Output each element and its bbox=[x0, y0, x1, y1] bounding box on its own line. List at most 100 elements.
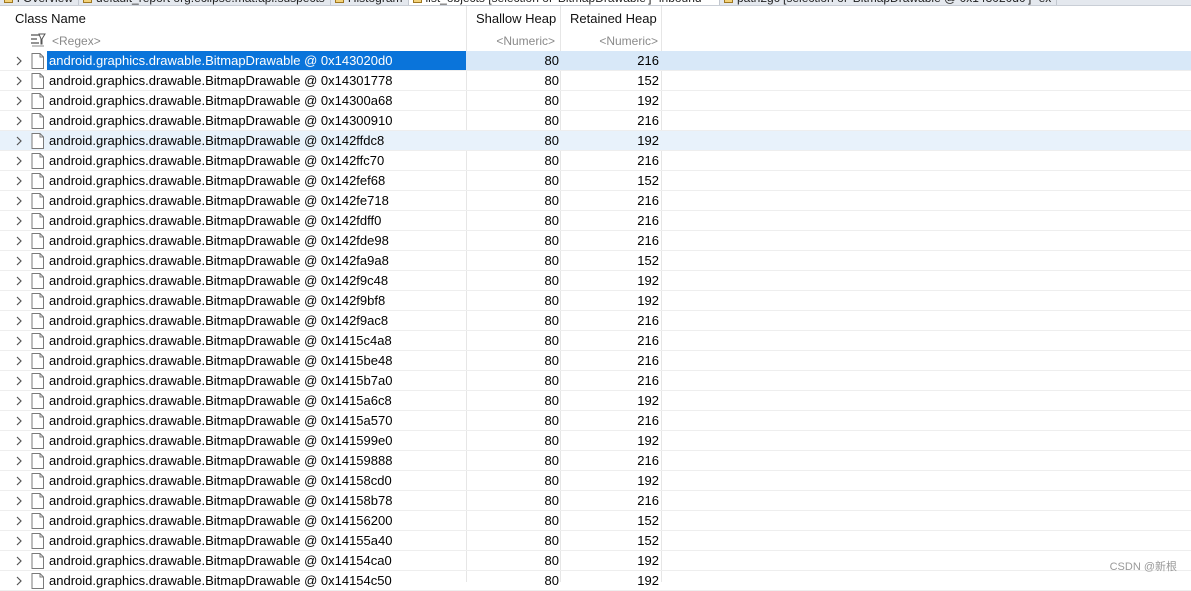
file-icon bbox=[31, 93, 44, 109]
shallow-heap-cell: 80 bbox=[544, 53, 559, 68]
table-row[interactable]: android.graphics.drawable.BitmapDrawable… bbox=[0, 271, 1191, 291]
editor-tab[interactable]: default_report org.eclipse.mat.api:suspe… bbox=[79, 0, 331, 5]
table-row[interactable]: android.graphics.drawable.BitmapDrawable… bbox=[0, 391, 1191, 411]
column-header-class-name[interactable]: Class Name bbox=[15, 6, 86, 32]
chevron-right-icon[interactable] bbox=[13, 355, 25, 367]
chevron-right-icon[interactable] bbox=[13, 415, 25, 427]
table-row[interactable]: android.graphics.drawable.BitmapDrawable… bbox=[0, 71, 1191, 91]
chevron-right-icon[interactable] bbox=[13, 195, 25, 207]
chevron-right-icon[interactable] bbox=[13, 335, 25, 347]
chevron-right-icon[interactable] bbox=[13, 155, 25, 167]
shallow-heap-cell: 80 bbox=[544, 73, 559, 88]
chevron-right-icon[interactable] bbox=[13, 495, 25, 507]
file-icon bbox=[31, 113, 44, 129]
retained-heap-cell: 192 bbox=[637, 473, 659, 488]
retained-heap-cell: 152 bbox=[637, 513, 659, 528]
filter-icon[interactable] bbox=[29, 32, 47, 50]
chevron-right-icon[interactable] bbox=[13, 115, 25, 127]
shallow-heap-cell: 80 bbox=[544, 473, 559, 488]
chevron-right-icon[interactable] bbox=[13, 475, 25, 487]
chevron-right-icon[interactable] bbox=[13, 135, 25, 147]
column-header-retained-heap[interactable]: Retained Heap bbox=[570, 6, 657, 32]
chevron-right-icon[interactable] bbox=[13, 455, 25, 467]
shallow-heap-cell: 80 bbox=[544, 453, 559, 468]
chevron-right-icon[interactable] bbox=[13, 255, 25, 267]
editor-tab-label: i Overview bbox=[17, 0, 73, 5]
table-row[interactable]: android.graphics.drawable.BitmapDrawable… bbox=[0, 111, 1191, 131]
chevron-right-icon[interactable] bbox=[13, 295, 25, 307]
table-row[interactable]: android.graphics.drawable.BitmapDrawable… bbox=[0, 351, 1191, 371]
table-row[interactable]: android.graphics.drawable.BitmapDrawable… bbox=[0, 231, 1191, 251]
file-icon bbox=[31, 573, 44, 589]
retained-heap-filter-input[interactable]: <Numeric> bbox=[561, 32, 658, 51]
chevron-right-icon[interactable] bbox=[13, 375, 25, 387]
object-list-table: Class Name Shallow Heap Retained Heap <R… bbox=[0, 6, 1191, 591]
table-row[interactable]: android.graphics.drawable.BitmapDrawable… bbox=[0, 251, 1191, 271]
table-row[interactable]: android.graphics.drawable.BitmapDrawable… bbox=[0, 331, 1191, 351]
chevron-right-icon[interactable] bbox=[13, 555, 25, 567]
file-icon bbox=[31, 353, 44, 369]
table-row[interactable]: android.graphics.drawable.BitmapDrawable… bbox=[0, 491, 1191, 511]
table-row[interactable]: android.graphics.drawable.BitmapDrawable… bbox=[0, 551, 1191, 571]
chevron-right-icon[interactable] bbox=[13, 535, 25, 547]
shallow-heap-cell: 80 bbox=[544, 273, 559, 288]
file-icon bbox=[31, 313, 44, 329]
table-row[interactable]: android.graphics.drawable.BitmapDrawable… bbox=[0, 211, 1191, 231]
chevron-right-icon[interactable] bbox=[13, 275, 25, 287]
class-name-cell: android.graphics.drawable.BitmapDrawable… bbox=[49, 133, 385, 148]
column-header-shallow-heap[interactable]: Shallow Heap bbox=[476, 6, 556, 32]
chevron-right-icon[interactable] bbox=[13, 75, 25, 87]
table-row[interactable]: android.graphics.drawable.BitmapDrawable… bbox=[0, 511, 1191, 531]
table-row[interactable]: android.graphics.drawable.BitmapDrawable… bbox=[0, 91, 1191, 111]
class-name-cell: android.graphics.drawable.BitmapDrawable… bbox=[49, 373, 393, 388]
retained-heap-cell: 216 bbox=[637, 213, 659, 228]
chevron-right-icon[interactable] bbox=[13, 55, 25, 67]
shallow-heap-cell: 80 bbox=[544, 213, 559, 228]
table-row[interactable]: android.graphics.drawable.BitmapDrawable… bbox=[0, 371, 1191, 391]
table-row[interactable]: android.graphics.drawable.BitmapDrawable… bbox=[0, 291, 1191, 311]
table-row[interactable]: android.graphics.drawable.BitmapDrawable… bbox=[0, 131, 1191, 151]
table-row[interactable]: android.graphics.drawable.BitmapDrawable… bbox=[0, 191, 1191, 211]
chevron-right-icon[interactable] bbox=[13, 235, 25, 247]
retained-heap-cell: 192 bbox=[637, 93, 659, 108]
table-row[interactable]: android.graphics.drawable.BitmapDrawable… bbox=[0, 451, 1191, 471]
table-row[interactable]: android.graphics.drawable.BitmapDrawable… bbox=[0, 471, 1191, 491]
chevron-right-icon[interactable] bbox=[13, 215, 25, 227]
editor-tab-label: path2gc [selection of 'BitmapDrawable @ … bbox=[737, 0, 1051, 5]
shallow-heap-cell: 80 bbox=[544, 193, 559, 208]
table-row[interactable]: android.graphics.drawable.BitmapDrawable… bbox=[0, 311, 1191, 331]
shallow-heap-cell: 80 bbox=[544, 133, 559, 148]
table-row[interactable]: android.graphics.drawable.BitmapDrawable… bbox=[0, 571, 1191, 591]
chevron-right-icon[interactable] bbox=[13, 175, 25, 187]
editor-tab[interactable]: list_objects [selection of 'BitmapDrawab… bbox=[408, 0, 720, 5]
editor-tab[interactable]: i Overview bbox=[0, 0, 80, 5]
retained-heap-cell: 192 bbox=[637, 433, 659, 448]
table-row[interactable]: android.graphics.drawable.BitmapDrawable… bbox=[0, 151, 1191, 171]
editor-tab[interactable]: Histogram bbox=[331, 0, 409, 5]
shallow-heap-filter-input[interactable]: <Numeric> bbox=[466, 32, 555, 51]
report-icon bbox=[83, 0, 93, 3]
file-icon bbox=[31, 473, 44, 489]
chevron-right-icon[interactable] bbox=[13, 95, 25, 107]
table-row[interactable]: android.graphics.drawable.BitmapDrawable… bbox=[0, 51, 1191, 71]
shallow-heap-cell: 80 bbox=[544, 113, 559, 128]
editor-tab[interactable]: path2gc [selection of 'BitmapDrawable @ … bbox=[720, 0, 1058, 5]
chevron-right-icon[interactable] bbox=[13, 315, 25, 327]
table-row[interactable]: android.graphics.drawable.BitmapDrawable… bbox=[0, 431, 1191, 451]
class-name-cell: android.graphics.drawable.BitmapDrawable… bbox=[49, 113, 393, 128]
chevron-right-icon[interactable] bbox=[13, 395, 25, 407]
chevron-right-icon[interactable] bbox=[13, 435, 25, 447]
table-row[interactable]: android.graphics.drawable.BitmapDrawable… bbox=[0, 411, 1191, 431]
table-row[interactable]: android.graphics.drawable.BitmapDrawable… bbox=[0, 171, 1191, 191]
path-icon bbox=[724, 0, 733, 3]
chevron-right-icon[interactable] bbox=[13, 515, 25, 527]
class-name-cell: android.graphics.drawable.BitmapDrawable… bbox=[49, 493, 393, 508]
table-row[interactable]: android.graphics.drawable.BitmapDrawable… bbox=[0, 531, 1191, 551]
editor-tab-label: default_report org.eclipse.mat.api:suspe… bbox=[96, 0, 325, 5]
class-name-filter-input[interactable]: <Regex> bbox=[52, 32, 101, 51]
chevron-right-icon[interactable] bbox=[13, 575, 25, 587]
class-name-cell: android.graphics.drawable.BitmapDrawable… bbox=[49, 73, 393, 88]
close-icon[interactable]: × bbox=[708, 0, 714, 4]
shallow-heap-cell: 80 bbox=[544, 313, 559, 328]
file-icon bbox=[31, 533, 44, 549]
